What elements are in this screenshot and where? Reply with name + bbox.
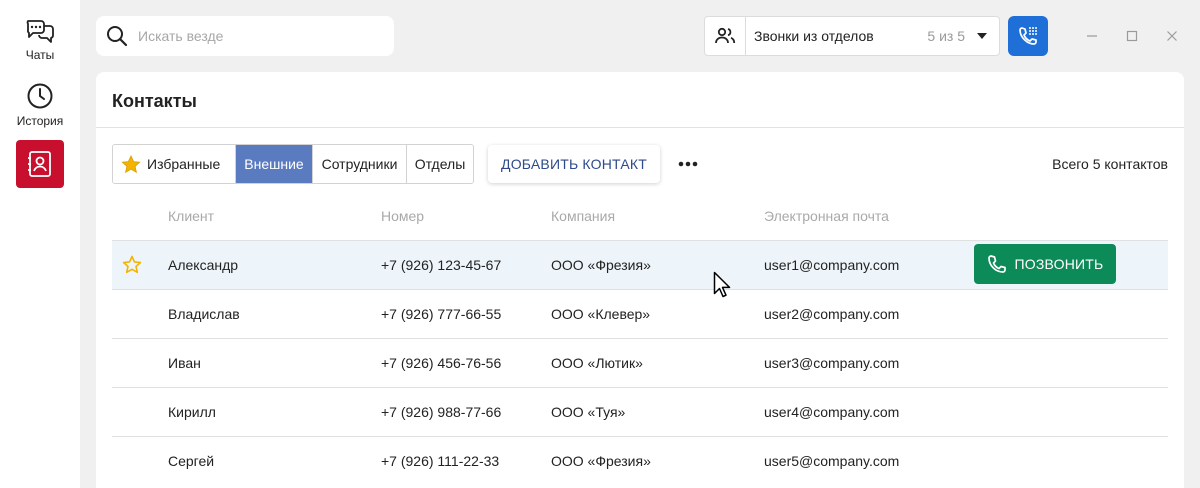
table-row[interactable]: Кирилл +7 (926) 988-77-66 ООО «Туя» user… xyxy=(112,387,1168,436)
cell-number: +7 (926) 123-45-67 xyxy=(381,257,502,273)
cell-company: ООО «Фрезия» xyxy=(551,257,651,273)
maximize-button[interactable] xyxy=(1122,26,1142,46)
tab-employees[interactable]: Сотрудники xyxy=(313,145,407,183)
chevron-down-icon xyxy=(977,33,987,39)
close-button[interactable] xyxy=(1162,26,1182,46)
department-calls-select[interactable]: Звонки из отделов 5 из 5 xyxy=(704,16,1000,56)
tab-departments[interactable]: Отделы xyxy=(407,145,473,183)
tab-favorites-label: Избранные xyxy=(147,156,221,172)
phone-dialpad-icon xyxy=(1019,27,1037,45)
search-input[interactable] xyxy=(136,27,380,45)
contacts-total: Всего 5 контактов xyxy=(1052,156,1168,172)
table-row[interactable]: Владислав +7 (926) 777-66-55 ООО «Клевер… xyxy=(112,289,1168,338)
dept-icon-wrap xyxy=(705,17,746,55)
cell-number: +7 (926) 777-66-55 xyxy=(381,306,502,322)
cell-number: +7 (926) 988-77-66 xyxy=(381,404,502,420)
cell-number: +7 (926) 111-22-33 xyxy=(381,453,500,469)
more-options-button[interactable] xyxy=(676,154,700,174)
close-icon xyxy=(1167,31,1177,41)
dept-select-label: Звонки из отделов xyxy=(754,28,874,44)
clock-icon xyxy=(27,83,53,109)
maximize-icon xyxy=(1126,30,1138,42)
chat-bubbles-icon xyxy=(26,20,54,43)
call-button[interactable]: ПОЗВОНИТЬ xyxy=(974,244,1116,284)
divider xyxy=(96,127,1184,128)
cell-company: ООО «Лютик» xyxy=(551,355,643,371)
cell-client: Владислав xyxy=(168,306,240,322)
cell-client: Кирилл xyxy=(168,404,216,420)
cell-client: Сергей xyxy=(168,453,215,469)
rail-label-chats: Чаты xyxy=(25,48,55,62)
tab-external[interactable]: Внешние xyxy=(236,145,313,183)
rail-item-contacts[interactable] xyxy=(16,140,64,188)
call-button-label: ПОЗВОНИТЬ xyxy=(1014,256,1104,272)
cell-email: user1@company.com xyxy=(764,257,900,273)
search-icon xyxy=(107,26,128,47)
table-header: Клиент Номер Компания Электронная почта xyxy=(112,196,1168,240)
col-company: Компания xyxy=(551,208,616,224)
col-client: Клиент xyxy=(168,208,215,224)
mouse-cursor-icon xyxy=(713,271,731,298)
tab-departments-label: Отделы xyxy=(414,156,466,172)
col-email: Электронная почта xyxy=(764,208,889,224)
cell-email: user3@company.com xyxy=(764,355,900,371)
star-outline-icon[interactable] xyxy=(122,255,142,274)
rail-label-history: История xyxy=(16,114,64,128)
cell-company: ООО «Клевер» xyxy=(551,306,651,322)
cell-client: Александр xyxy=(168,257,239,273)
cell-company: ООО «Фрезия» xyxy=(551,453,651,469)
contact-card-icon xyxy=(28,151,51,177)
rail-item-history[interactable]: История xyxy=(0,82,80,128)
cell-email: user4@company.com xyxy=(764,404,900,420)
contacts-table: Клиент Номер Компания Электронная почта … xyxy=(112,196,1168,485)
tab-favorites[interactable]: Избранные xyxy=(113,145,236,183)
global-search[interactable] xyxy=(96,16,394,56)
star-filled-icon xyxy=(121,154,141,173)
tab-employees-label: Сотрудники xyxy=(321,156,398,172)
minimize-button[interactable] xyxy=(1082,26,1102,46)
cell-email: user5@company.com xyxy=(764,453,900,469)
cell-company: ООО «Туя» xyxy=(551,404,626,420)
cell-email: user2@company.com xyxy=(764,306,900,322)
users-icon xyxy=(715,27,736,44)
page-title: Контакты xyxy=(112,91,197,111)
cell-number: +7 (926) 456-76-56 xyxy=(381,355,502,371)
dept-select-count: 5 из 5 xyxy=(927,28,965,44)
phone-icon xyxy=(987,255,1006,273)
table-row[interactable]: Александр +7 (926) 123-45-67 ООО «Фрезия… xyxy=(112,240,1168,289)
rail-item-chats[interactable]: Чаты xyxy=(0,18,80,62)
cell-client: Иван xyxy=(168,355,201,371)
minimize-icon xyxy=(1087,35,1097,37)
contact-filter-tabs: Избранные Внешние Сотрудники Отделы xyxy=(112,144,474,184)
col-number: Номер xyxy=(381,208,425,224)
dialpad-call-button[interactable] xyxy=(1008,16,1048,56)
add-contact-button[interactable]: ДОБАВИТЬ КОНТАКТ xyxy=(488,145,660,183)
more-horizontal-icon xyxy=(678,161,698,167)
tab-external-label: Внешние xyxy=(244,156,304,172)
table-row[interactable]: Иван +7 (926) 456-76-56 ООО «Лютик» user… xyxy=(112,338,1168,387)
contacts-panel: Контакты Избранные Внешние Сотрудники От… xyxy=(96,72,1184,488)
table-row[interactable]: Сергей +7 (926) 111-22-33 ООО «Фрезия» u… xyxy=(112,436,1168,485)
left-rail: Чаты История xyxy=(0,0,80,488)
